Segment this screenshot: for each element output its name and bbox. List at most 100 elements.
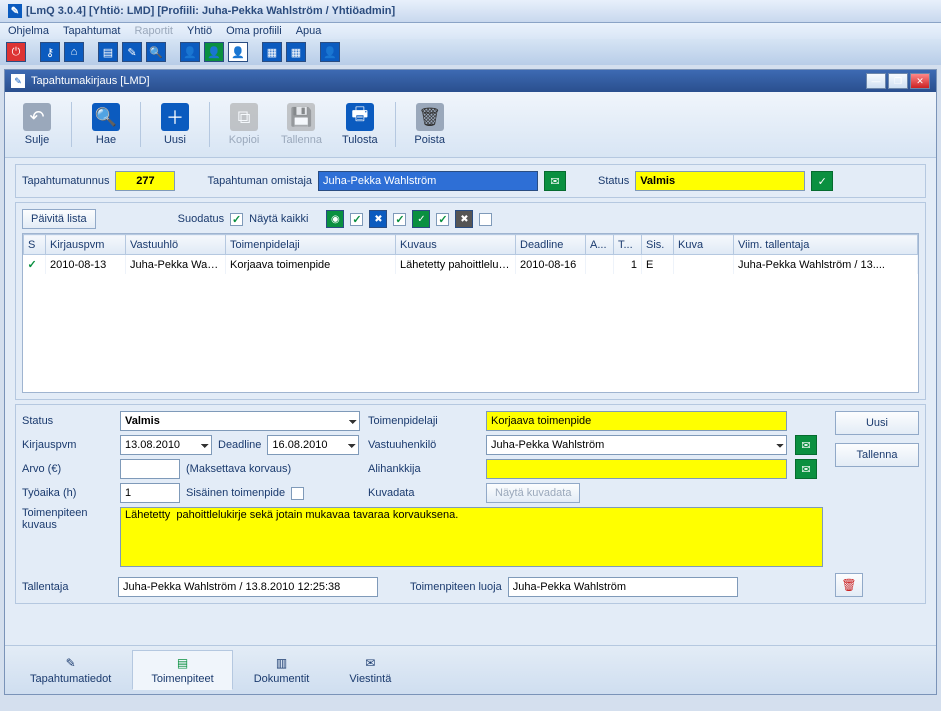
trash-icon: 🗑 [416, 103, 444, 131]
paivita-lista-button[interactable]: Päivitä lista [22, 209, 96, 229]
form-alihankkija-label: Alihankkija [368, 463, 478, 475]
form-tallentaja-field [118, 577, 378, 597]
form-deadline-select[interactable]: 16.08.2010 [267, 435, 359, 455]
col-deadline[interactable]: Deadline [516, 235, 586, 255]
hae-button[interactable]: 🔍 Hae [82, 98, 130, 151]
form-tyoaika-field[interactable] [120, 483, 180, 503]
col-viim[interactable]: Viim. tallentaja [734, 235, 918, 255]
menu-tapahtumat[interactable]: Tapahtumat [63, 25, 120, 37]
form-kirjauspvm-select[interactable]: 13.08.2010 [120, 435, 212, 455]
filter-green-icon[interactable]: ◉ [326, 210, 344, 228]
kopioi-button[interactable]: ⧉ Kopioi [220, 98, 268, 151]
filter-blue-icon[interactable]: ✖ [369, 210, 387, 228]
col-toimenpidelaji[interactable]: Toimenpidelaji [226, 235, 396, 255]
form-arvo-field[interactable] [120, 459, 180, 479]
person-green-button[interactable]: 👤 [204, 42, 224, 62]
restore-button[interactable]: ❐ [888, 73, 908, 89]
status-ok-button[interactable]: ✓ [811, 171, 833, 191]
form-sisainen-checkbox[interactable] [291, 487, 304, 500]
col-kirjauspvm[interactable]: Kirjauspvm [46, 235, 126, 255]
col-s[interactable]: S [24, 235, 46, 255]
tulosta-button[interactable]: 🖶 Tulosta [335, 98, 385, 151]
close-button[interactable]: ✕ [910, 73, 930, 89]
edit-button[interactable]: ✎ [122, 42, 142, 62]
big-toolbar: ↶ Sulje 🔍 Hae ＋ Uusi ⧉ Kopioi 💾 Tallenna… [5, 92, 936, 158]
alihankkija-mail-button[interactable]: ✉ [795, 459, 817, 479]
list-panel: Päivitä lista Suodatus Näytä kaikki ◉ ✖ … [15, 202, 926, 400]
menu-omaprofiili[interactable]: Oma profiili [226, 25, 282, 37]
col-kuva[interactable]: Kuva [674, 235, 734, 255]
tallenna-button[interactable]: 💾 Tallenna [274, 98, 329, 151]
col-a[interactable]: A... [586, 235, 614, 255]
form-vastuuhenkilo-select[interactable]: Juha-Pekka Wahlström [486, 435, 787, 455]
filter-blue-check[interactable] [393, 213, 406, 226]
omistaja-label: Tapahtuman omistaja [207, 175, 312, 187]
col-sis[interactable]: Sis. [642, 235, 674, 255]
tab-toimenpiteet[interactable]: ▤ Toimenpiteet [132, 650, 232, 690]
key-button[interactable]: ⚷ [40, 42, 60, 62]
toimenpide-grid[interactable]: S Kirjauspvm Vastuuhlö Toimenpidelaji Ku… [22, 233, 919, 393]
menu-apua[interactable]: Apua [296, 25, 322, 37]
side-delete-button[interactable]: 🗑 [835, 573, 863, 597]
form-arvo-label: Arvo (€) [22, 463, 112, 475]
info-icon: ✎ [63, 655, 79, 671]
form-status-select[interactable]: Valmis [120, 411, 360, 431]
filter-green-check[interactable] [350, 213, 363, 226]
table-row[interactable]: ✓ 2010-08-13 Juha-Pekka Wahl... Korjaava… [24, 255, 918, 275]
tunnus-label: Tapahtumatunnus [22, 175, 109, 187]
tab-tapahtumatiedot[interactable]: ✎ Tapahtumatiedot [11, 650, 130, 690]
col-kuvaus[interactable]: Kuvaus [396, 235, 516, 255]
status-label: Status [598, 175, 629, 187]
search-top-button[interactable]: 🔍 [146, 42, 166, 62]
sulje-button[interactable]: ↶ Sulje [13, 98, 61, 151]
doc2-button[interactable]: ▦ [286, 42, 306, 62]
form-tyoaika-label: Työaika (h) [22, 487, 112, 499]
filter-green2-icon[interactable]: ✓ [412, 210, 430, 228]
suodatus-label: Suodatus [178, 213, 224, 225]
menu-yhtio[interactable]: Yhtiö [187, 25, 212, 37]
form-arvo-note: (Maksettava korvaus) [186, 463, 291, 475]
person-dark-button[interactable]: 👤 [180, 42, 200, 62]
vastuuhenkilo-mail-button[interactable]: ✉ [795, 435, 817, 455]
form-status-label: Status [22, 415, 112, 427]
uusi-button[interactable]: ＋ Uusi [151, 98, 199, 151]
person-light-button[interactable]: 👤 [228, 42, 248, 62]
form-alihankkija-select[interactable] [486, 459, 787, 479]
tab-viestinta[interactable]: ✉ Viestintä [330, 650, 410, 690]
form-toimenpidelaji-label: Toimenpidelaji [368, 415, 478, 427]
doc1-button[interactable]: ▦ [262, 42, 282, 62]
top-toolbar: ⏻ ⚷ ⌂ ▤ ✎ 🔍 👤 👤 👤 ▦ ▦ 👤 [0, 39, 941, 65]
form-kuvaus-textarea[interactable] [120, 507, 823, 567]
tunnus-field[interactable] [115, 171, 175, 191]
plus-icon: ＋ [161, 103, 189, 131]
power-button[interactable]: ⏻ [6, 42, 26, 62]
home-button[interactable]: ⌂ [64, 42, 84, 62]
minimize-button[interactable]: — [866, 73, 886, 89]
menu-raportit[interactable]: Raportit [134, 25, 173, 37]
status-select[interactable]: Valmis [635, 171, 805, 191]
col-t[interactable]: T... [614, 235, 642, 255]
side-uusi-button[interactable]: Uusi [835, 411, 919, 435]
clipboard-button[interactable]: ▤ [98, 42, 118, 62]
back-icon: ↶ [23, 103, 51, 131]
bottom-tabs: ✎ Tapahtumatiedot ▤ Toimenpiteet ▥ Dokum… [5, 645, 936, 694]
form-luoja-label: Toimenpiteen luoja [410, 581, 502, 593]
search-icon: 🔍 [92, 103, 120, 131]
omistaja-select[interactable]: Juha-Pekka Wahlström [318, 171, 538, 191]
list-icon: ▤ [175, 655, 191, 671]
side-tallenna-button[interactable]: Tallenna [835, 443, 919, 467]
user-button[interactable]: 👤 [320, 42, 340, 62]
save-icon: 💾 [287, 103, 315, 131]
filter-gray-icon[interactable]: ✖ [455, 210, 473, 228]
filter-gray-check[interactable] [479, 213, 492, 226]
mail-icon: ✉ [362, 655, 378, 671]
form-tallentaja-label: Tallentaja [22, 581, 112, 593]
tab-dokumentit[interactable]: ▥ Dokumentit [235, 650, 329, 690]
nayta-kaikki-checkbox[interactable] [230, 213, 243, 226]
menu-ohjelma[interactable]: Ohjelma [8, 25, 49, 37]
omistaja-mail-button[interactable]: ✉ [544, 171, 566, 191]
form-toimenpidelaji-select[interactable]: Korjaava toimenpide [486, 411, 787, 431]
poista-button[interactable]: 🗑 Poista [406, 98, 454, 151]
col-vastuuhlo[interactable]: Vastuuhlö [126, 235, 226, 255]
filter-green2-check[interactable] [436, 213, 449, 226]
